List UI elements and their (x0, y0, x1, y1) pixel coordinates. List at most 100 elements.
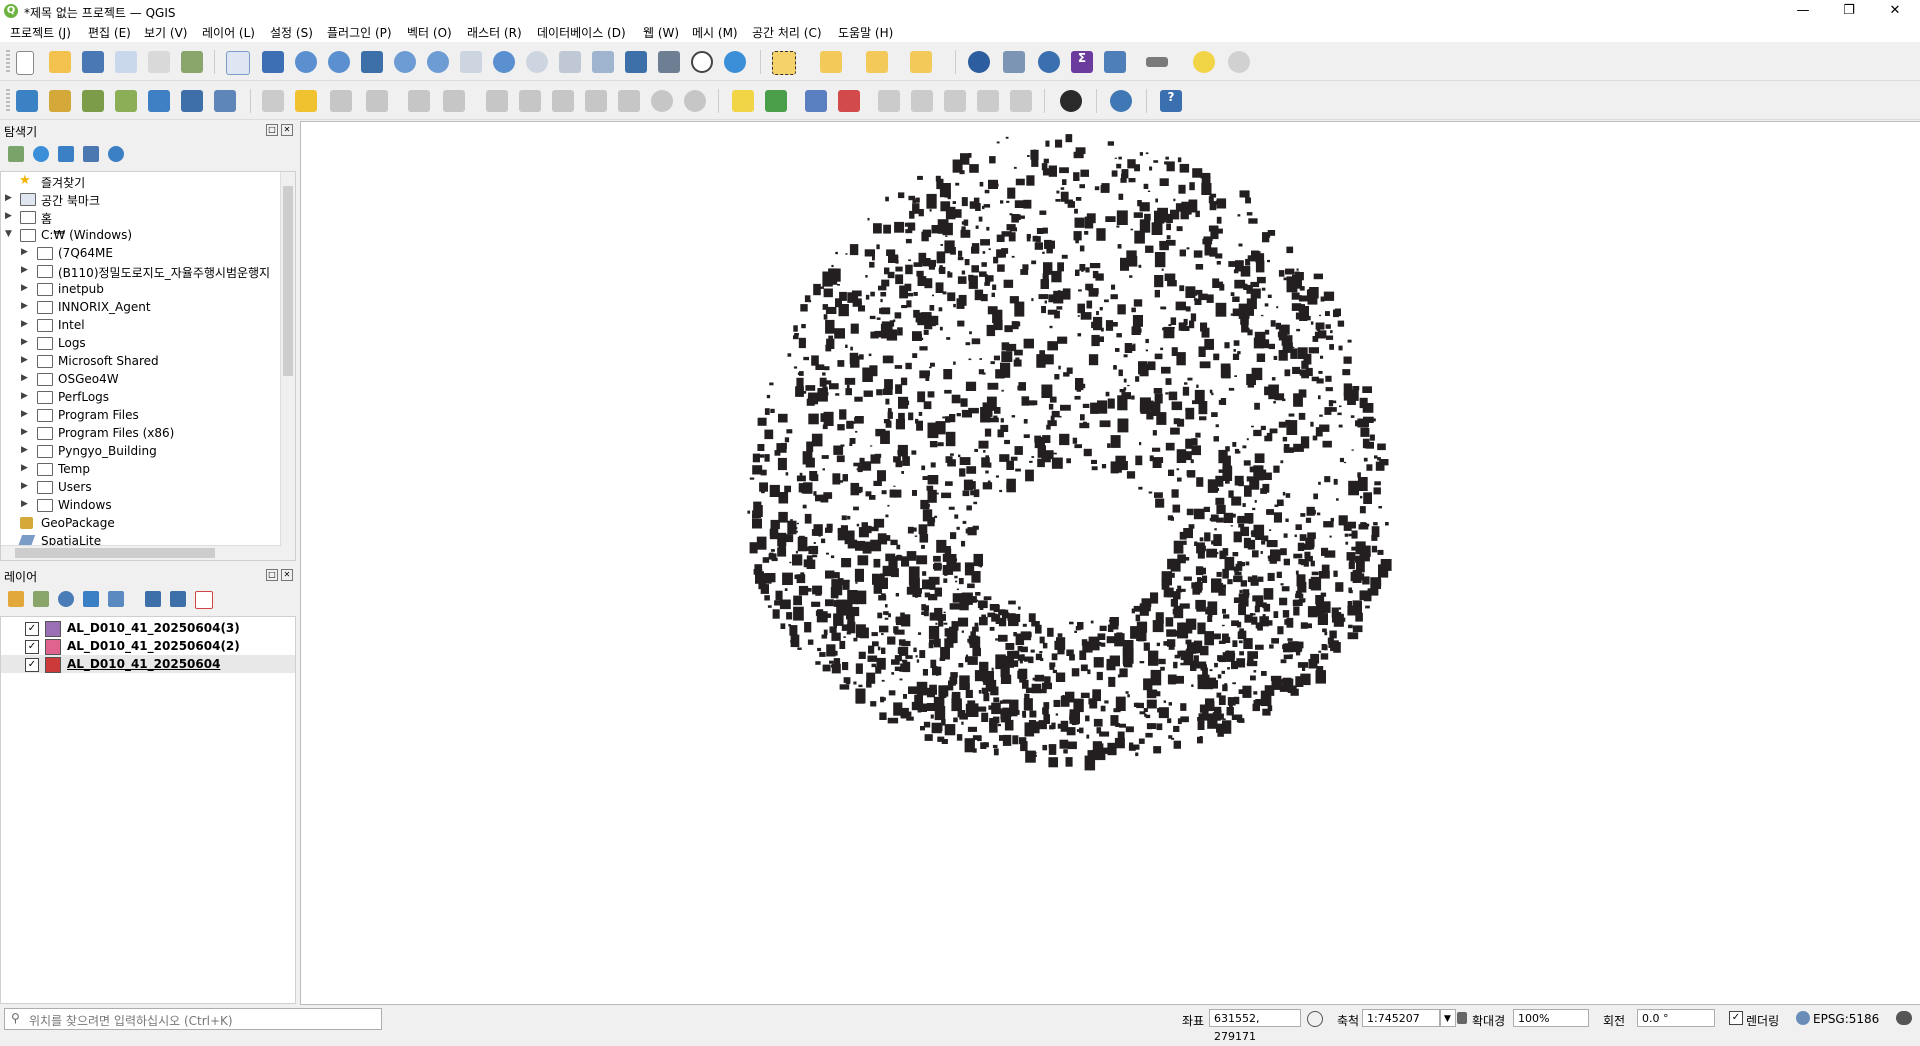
close-panel-icon[interactable]: ✕ (281, 124, 293, 136)
menu-layer[interactable]: 레이어 (L) (202, 24, 255, 41)
close-panel-icon[interactable]: ✕ (281, 569, 293, 581)
zoom-last-icon[interactable] (493, 51, 515, 73)
browser-item-folder[interactable]: ▶ Windows (1, 496, 281, 514)
show-hide-labels-icon[interactable] (911, 90, 933, 112)
browser-item-folder[interactable]: ▶ Program Files (1, 406, 281, 424)
layer-row-selected[interactable]: ✓ AL_D010_41_20250604 (1, 655, 295, 673)
new-bookmark-icon[interactable] (625, 51, 647, 73)
select-by-location-icon[interactable] (910, 51, 932, 73)
deselect-all-icon[interactable] (866, 51, 888, 73)
new-map-view-icon[interactable] (559, 51, 581, 73)
identify-features-icon[interactable] (968, 51, 990, 73)
zoom-in-icon[interactable] (295, 51, 317, 73)
new-print-layout-icon[interactable] (115, 51, 137, 73)
browser-item-folder[interactable]: ▶ inetpub (1, 280, 281, 298)
redo-icon[interactable] (684, 90, 706, 112)
browser-item-geopackage[interactable]: GeoPackage (1, 514, 281, 532)
layout-manager-icon[interactable] (148, 51, 170, 73)
browser-horizontal-scrollbar[interactable] (1, 545, 282, 560)
scale-dropdown-button[interactable]: ▼ (1440, 1009, 1456, 1027)
save-edits-icon[interactable] (330, 90, 352, 112)
menu-mesh[interactable]: 메시 (M) (692, 24, 738, 41)
pan-map-icon[interactable] (226, 51, 250, 75)
scale-field[interactable]: 1:745207 (1362, 1009, 1440, 1027)
open-project-icon[interactable] (49, 51, 71, 73)
zoom-to-layer-icon[interactable] (427, 51, 449, 73)
select-features-icon[interactable] (772, 51, 796, 75)
browser-vertical-scrollbar[interactable] (280, 172, 295, 560)
browser-refresh-icon[interactable] (33, 146, 49, 162)
coordinate-field[interactable]: 631552, 279171 (1209, 1009, 1301, 1043)
filter-browser-icon[interactable] (58, 146, 74, 162)
new-geopackage-layer-icon[interactable] (49, 90, 71, 112)
pin-labels-icon[interactable] (878, 90, 900, 112)
browser-item-folder[interactable]: ▶ Microsoft Shared (1, 352, 281, 370)
current-edits-icon[interactable] (262, 90, 284, 112)
move-label-icon[interactable] (944, 90, 966, 112)
zoom-full-icon[interactable] (361, 51, 383, 73)
toggle-extents-icon[interactable] (1307, 1011, 1323, 1027)
label-toolbar-icon[interactable] (732, 90, 754, 112)
paste-features-icon[interactable] (618, 90, 640, 112)
new-project-icon[interactable] (16, 51, 34, 75)
modify-attributes-icon[interactable] (486, 90, 508, 112)
add-group-icon[interactable] (33, 591, 49, 607)
copy-features-icon[interactable] (585, 90, 607, 112)
layer-row[interactable]: ✓ AL_D010_41_20250604(3) (1, 619, 295, 637)
python-console-icon[interactable] (1110, 90, 1132, 112)
float-panel-icon[interactable]: □ (266, 124, 278, 136)
collapse-all-icon[interactable] (83, 146, 99, 162)
expand-all-icon[interactable] (145, 591, 161, 607)
layer-visibility-checkbox[interactable]: ✓ (25, 640, 39, 654)
add-mesh-layer-icon[interactable] (181, 90, 203, 112)
add-selected-layers-icon[interactable] (8, 146, 24, 162)
browser-item-home[interactable]: ▶ 홈 (1, 208, 281, 226)
locate-icon[interactable] (1228, 51, 1250, 73)
data-source-manager-icon[interactable] (16, 90, 38, 112)
menu-raster[interactable]: 래스터 (R) (467, 24, 522, 41)
temporal-controller-icon[interactable] (691, 51, 713, 73)
browser-item-folder[interactable]: ▶ PerfLogs (1, 388, 281, 406)
render-checkbox[interactable]: ✓ (1729, 1011, 1743, 1025)
remove-layer-icon[interactable] (195, 591, 213, 609)
filter-by-expression-icon[interactable] (108, 591, 124, 607)
help-icon[interactable]: ? (1160, 90, 1182, 112)
layer-diagram-icon[interactable] (765, 90, 787, 112)
open-attribute-table-icon[interactable] (1003, 51, 1025, 73)
browser-item-favorites[interactable]: ★ 즐겨찾기 (1, 172, 281, 190)
statistics-sum-icon[interactable]: Σ (1071, 51, 1093, 73)
cut-features-icon[interactable] (552, 90, 574, 112)
browser-item-folder[interactable]: ▶ Logs (1, 334, 281, 352)
menu-database[interactable]: 데이터베이스 (D) (537, 24, 626, 41)
menu-processing[interactable]: 공간 처리 (C) (752, 24, 822, 41)
save-project-icon[interactable] (82, 51, 104, 73)
browser-item-folder[interactable]: ▶ Users (1, 478, 281, 496)
delete-selected-icon[interactable] (519, 90, 541, 112)
plugin-globe-icon[interactable] (1060, 90, 1082, 112)
select-by-value-icon[interactable] (820, 51, 842, 73)
new-virtual-layer-icon[interactable] (148, 90, 170, 112)
menu-project[interactable]: 프로젝트 (J) (10, 24, 71, 41)
toggle-label-display-icon[interactable] (838, 90, 860, 112)
processing-toolbox-icon[interactable] (1038, 51, 1060, 73)
refresh-icon[interactable] (724, 51, 746, 73)
menu-web[interactable]: 웹 (W) (643, 24, 679, 41)
browser-item-folder[interactable]: ▶ Pyngyo_Building (1, 442, 281, 460)
messages-icon[interactable] (1896, 1011, 1912, 1025)
open-layer-styling-icon[interactable] (8, 591, 24, 607)
menu-edit[interactable]: 편집 (E) (88, 24, 131, 41)
rotate-label-icon[interactable] (977, 90, 999, 112)
menu-help[interactable]: 도움말 (H) (838, 24, 893, 41)
browser-item-folder[interactable]: ▶ Intel (1, 316, 281, 334)
browser-item-folder[interactable]: ▶ Program Files (x86) (1, 424, 281, 442)
browser-item-folder[interactable]: ▶ (B110)정밀도로지도_자율주행시범운행지 (1, 262, 281, 280)
menu-settings[interactable]: 설정 (S) (270, 24, 313, 41)
map-canvas[interactable] (300, 121, 1920, 1005)
browser-item-folder[interactable]: ▶ OSGeo4W (1, 370, 281, 388)
zoom-native-icon[interactable] (460, 51, 482, 73)
browser-item-folder[interactable]: ▶ (7Q64ME (1, 244, 281, 262)
lock-scale-icon[interactable] (1457, 1012, 1467, 1024)
toggle-editing-icon[interactable] (295, 90, 317, 112)
collapse-all-layers-icon[interactable] (170, 591, 186, 607)
highlight-pinned-labels-icon[interactable] (805, 90, 827, 112)
